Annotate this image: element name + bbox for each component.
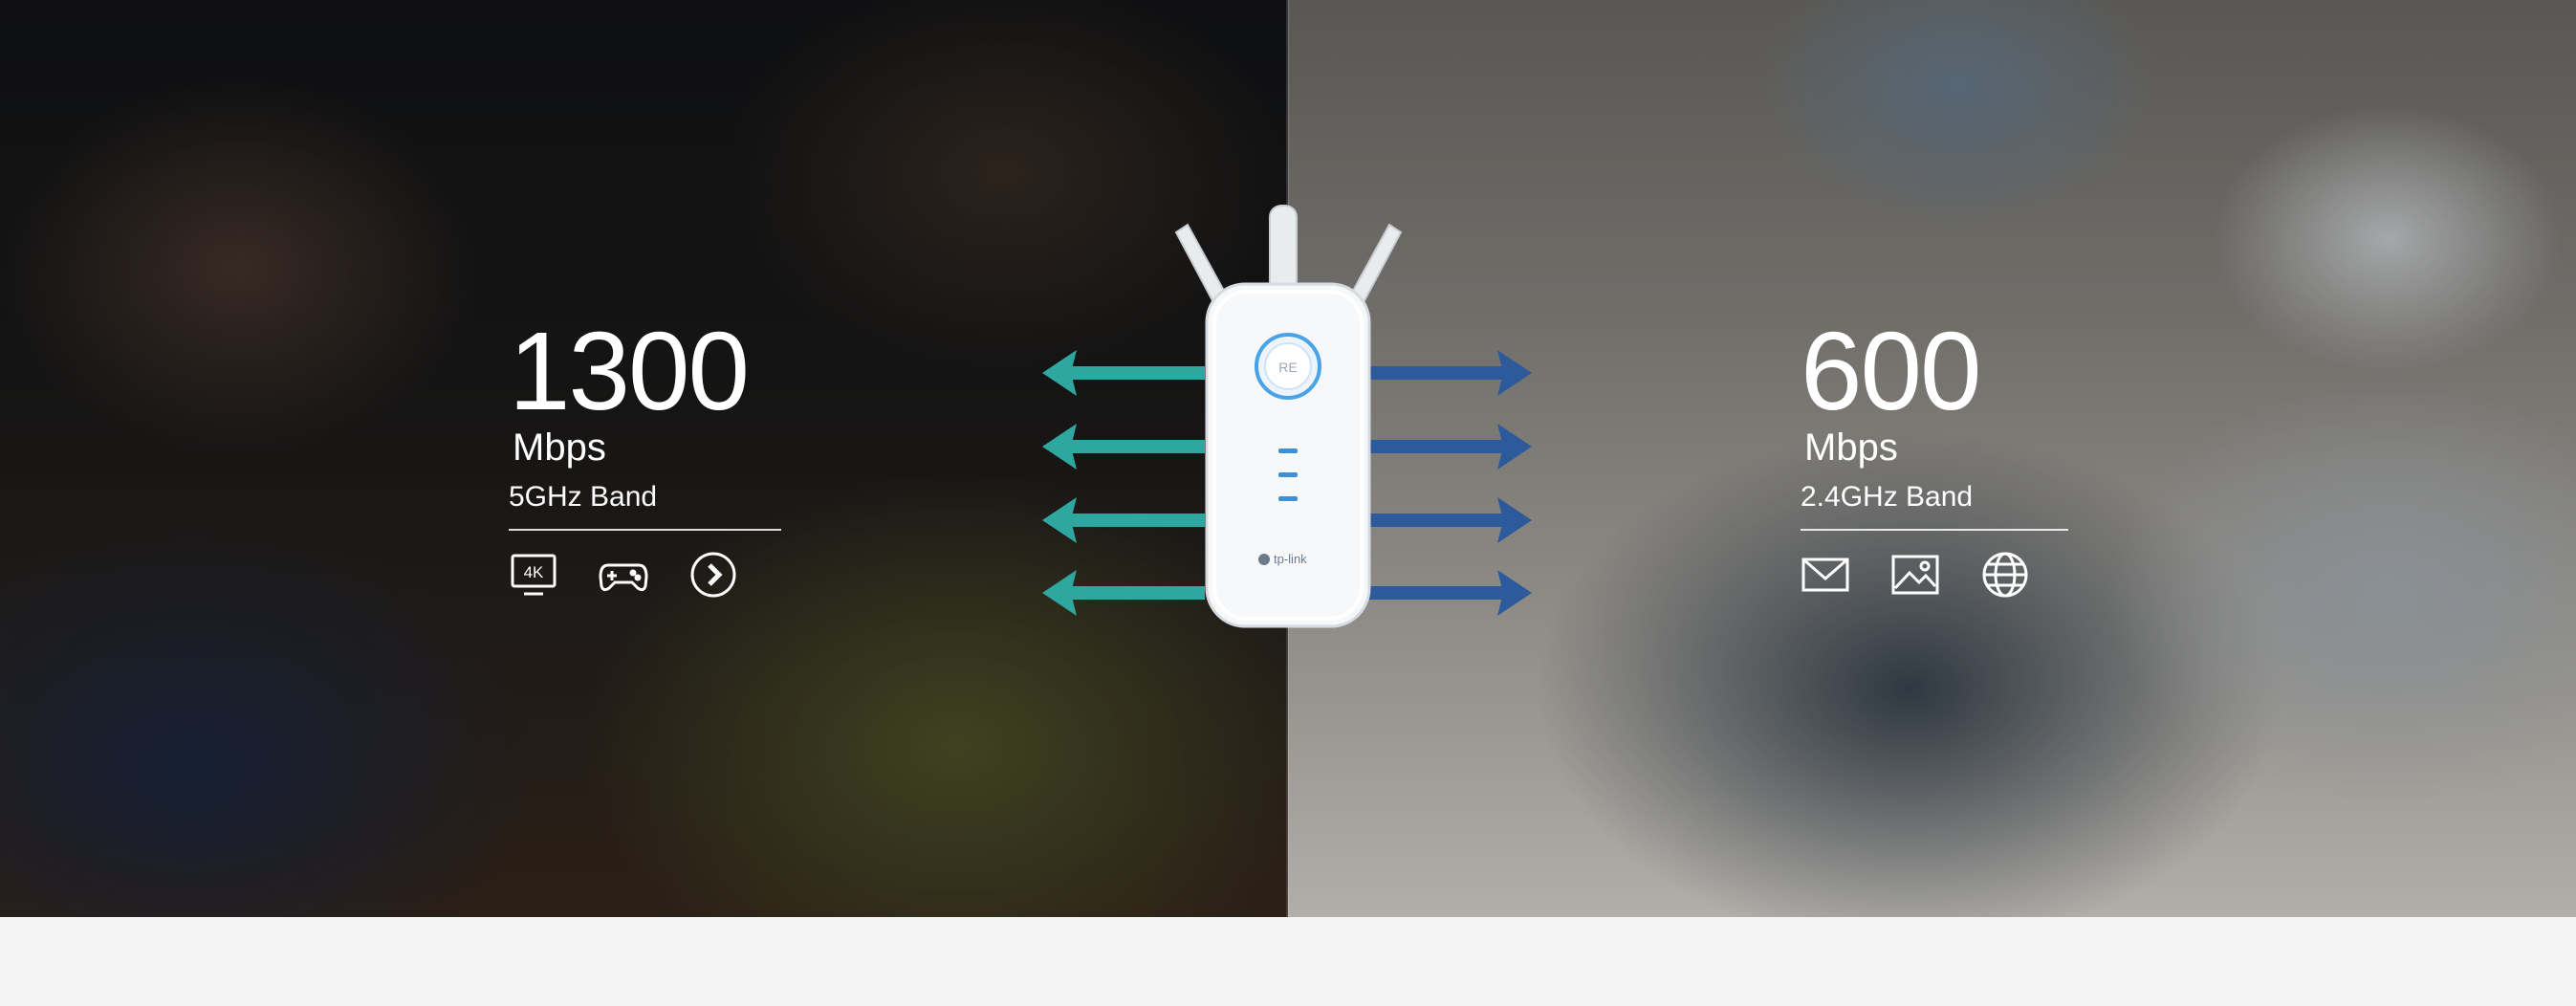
hero-banner: 1300Mbps 5GHz Band 4K 600Mbps 2.4GHz Ban… — [0, 0, 2576, 917]
speed-value: 1300 — [509, 309, 750, 433]
divider-line — [1801, 529, 2068, 531]
usage-icons: 4K — [509, 550, 781, 600]
divider-line — [509, 529, 781, 531]
image-icon — [1890, 550, 1940, 600]
mail-icon — [1801, 550, 1850, 600]
speed-unit: Mbps — [1804, 426, 1898, 469]
button-label: RE — [1278, 360, 1297, 375]
svg-text:4K: 4K — [524, 563, 544, 581]
band-24ghz-stat: 600Mbps 2.4GHz Band — [1801, 316, 2068, 600]
page-footer-strip — [0, 917, 2576, 1006]
band-label: 2.4GHz Band — [1801, 481, 1974, 513]
usage-icons — [1801, 550, 2068, 600]
range-extender-device: RE tp-link — [1174, 205, 1403, 628]
globe-icon — [1980, 550, 2030, 600]
band-label: 5GHz Band — [509, 481, 658, 513]
play-icon — [688, 550, 738, 600]
4k-tv-icon: 4K — [509, 550, 558, 600]
band-5ghz-stat: 1300Mbps 5GHz Band 4K — [509, 316, 781, 600]
speed-value: 600 — [1801, 309, 1982, 433]
gamepad-icon — [599, 550, 648, 600]
speed-unit: Mbps — [513, 426, 606, 469]
brand-label: tp-link — [1274, 552, 1307, 566]
brand-logo-icon — [1258, 554, 1270, 565]
